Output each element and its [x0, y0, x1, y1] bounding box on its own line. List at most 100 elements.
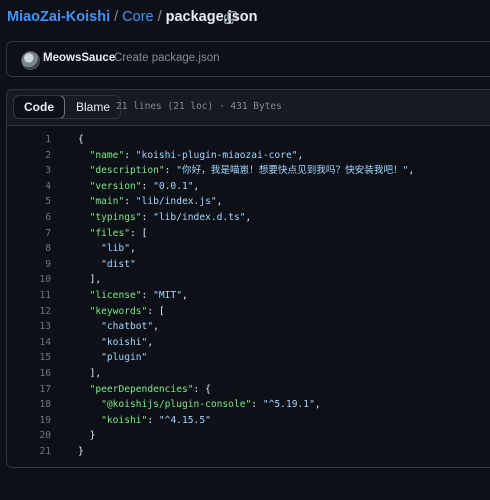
json-key: "license" — [89, 289, 142, 301]
line-text: ], — [78, 272, 102, 288]
line-number[interactable]: 5 — [29, 194, 51, 210]
file-header: Code Blame 21 lines (21 loc) · 431 Bytes — [7, 90, 490, 126]
line-number[interactable]: 18 — [29, 397, 51, 413]
json-string: "你好，我是喵崽！想要快点见到我吗？快安装我吧！" — [176, 165, 409, 177]
line-text: "@koishijs/plugin-console": "^5.19.1", — [101, 399, 321, 411]
json-string: "dist" — [101, 258, 136, 270]
json-string: "0.0.1" — [153, 180, 194, 192]
line-text: "koishi", — [78, 335, 153, 351]
tab-code[interactable]: Code — [14, 96, 65, 118]
json-key: "keywords" — [89, 305, 148, 317]
line-number[interactable]: 21 — [29, 444, 51, 460]
copy-path-button[interactable] — [221, 8, 239, 26]
line-text: } — [78, 444, 84, 460]
latest-commit-bar: MeowsSauce Create package.json — [6, 41, 490, 77]
json-key: "koishi" — [101, 414, 148, 426]
line-text: "name": "koishi-plugin-miaozai-core", — [89, 149, 304, 161]
json-punctuation: , — [147, 336, 154, 348]
json-string: "^4.15.5" — [158, 414, 211, 426]
line-text: "typings": "lib/index.d.ts", — [89, 211, 252, 223]
code-line: 8 "lib", — [7, 241, 490, 257]
code-line: 9 "dist" — [7, 257, 490, 273]
line-text: { — [78, 132, 84, 148]
json-key: "description" — [89, 165, 165, 177]
line-number[interactable]: 3 — [29, 163, 51, 179]
line-number[interactable]: 19 — [29, 413, 51, 429]
json-key: "version" — [89, 180, 142, 192]
tab-blame[interactable]: Blame — [64, 96, 120, 118]
line-number[interactable]: 14 — [29, 335, 51, 351]
line-text: ], — [78, 366, 102, 382]
code-line: 6 "typings": "lib/index.d.ts", — [7, 210, 490, 226]
code-line: 18 "@koishijs/plugin-console": "^5.19.1"… — [7, 397, 490, 413]
line-number[interactable]: 16 — [29, 366, 51, 382]
line-number[interactable]: 6 — [29, 210, 51, 226]
code-view[interactable]: 1 {2 "name": "koishi-plugin-miaozai-core"… — [7, 132, 490, 459]
code-line: 12 "keywords": [ — [7, 304, 490, 320]
json-punctuation: , — [245, 211, 252, 223]
commit-author-link[interactable]: MeowsSauce — [43, 52, 115, 64]
line-text: "keywords": [ — [89, 305, 165, 317]
code-line: 17 "peerDependencies": { — [7, 382, 490, 398]
json-punctuation: , — [153, 321, 159, 333]
line-text: "koishi": "^4.15.5" — [101, 414, 211, 426]
json-key: "name" — [89, 149, 125, 161]
line-number[interactable]: 20 — [29, 428, 51, 444]
line-number[interactable]: 10 — [29, 272, 51, 288]
code-line: 10 ], — [7, 272, 490, 288]
json-punctuation: } — [89, 430, 96, 442]
breadcrumb-dir-link[interactable]: Core — [122, 9, 153, 25]
line-number[interactable]: 8 — [29, 241, 51, 257]
line-text: "description": "你好，我是喵崽！想要快点见到我吗？快安装我吧！"… — [89, 165, 415, 177]
code-line: 21} — [7, 444, 490, 460]
file-info: 21 lines (21 loc) · 431 Bytes — [116, 101, 282, 112]
code-line: 11 "license": "MIT", — [7, 288, 490, 304]
json-string: "lib" — [101, 243, 130, 255]
line-number[interactable]: 9 — [29, 257, 51, 273]
code-line: 13 "chatbot", — [7, 319, 490, 335]
commit-message-link[interactable]: Create package.json — [114, 52, 219, 64]
json-punctuation: , — [297, 149, 304, 161]
json-punctuation: { — [78, 134, 84, 145]
json-punctuation: , — [193, 180, 200, 192]
code-line: 3 "description": "你好，我是喵崽！想要快点见到我吗？快安装我吧… — [7, 163, 490, 179]
line-text: "lib", — [78, 241, 136, 257]
json-string: "koishi-plugin-miaozai-core" — [135, 149, 298, 161]
line-number[interactable]: 1 — [29, 132, 51, 148]
file-viewer: Code Blame 21 lines (21 loc) · 431 Bytes… — [6, 89, 490, 468]
line-number[interactable]: 12 — [29, 304, 51, 320]
json-key: "@koishijs/plugin-console" — [101, 399, 252, 411]
line-text: "peerDependencies": { — [89, 383, 211, 395]
line-number[interactable]: 7 — [29, 226, 51, 242]
breadcrumb-owner-link[interactable]: MiaoZai-Koishi — [7, 9, 110, 25]
json-string: "^5.19.1" — [262, 399, 315, 411]
json-punctuation: , — [408, 165, 415, 177]
breadcrumb-separator: / — [114, 9, 119, 25]
line-number[interactable]: 15 — [29, 350, 51, 366]
json-string: "plugin" — [101, 352, 148, 364]
line-number[interactable]: 4 — [29, 179, 51, 195]
json-punctuation: , — [182, 289, 188, 301]
copy-icon — [223, 10, 237, 24]
breadcrumb: MiaoZai-Koishi / Core / package.json — [7, 6, 258, 28]
line-number[interactable]: 11 — [29, 288, 51, 304]
line-text: "version": "0.0.1", — [89, 180, 200, 192]
code-line: 2 "name": "koishi-plugin-miaozai-core", — [7, 148, 490, 164]
line-number[interactable]: 2 — [29, 148, 51, 164]
json-string: "lib/index.js" — [135, 196, 217, 208]
json-punctuation: ], — [89, 274, 102, 286]
json-key: "peerDependencies" — [89, 383, 194, 395]
code-line: 14 "koishi", — [7, 335, 490, 351]
line-text: "plugin" — [78, 350, 147, 366]
code-line: 5 "main": "lib/index.js", — [7, 194, 490, 210]
json-punctuation: ], — [89, 367, 102, 379]
line-number[interactable]: 17 — [29, 382, 51, 398]
json-string: "MIT" — [153, 289, 182, 301]
json-punctuation: } — [78, 445, 84, 457]
line-number[interactable]: 13 — [29, 319, 51, 335]
line-text: "files": [ — [89, 227, 148, 239]
json-punctuation: , — [314, 399, 321, 411]
json-key: "main" — [89, 196, 125, 208]
avatar[interactable] — [21, 51, 40, 70]
breadcrumb-separator: / — [157, 9, 162, 25]
